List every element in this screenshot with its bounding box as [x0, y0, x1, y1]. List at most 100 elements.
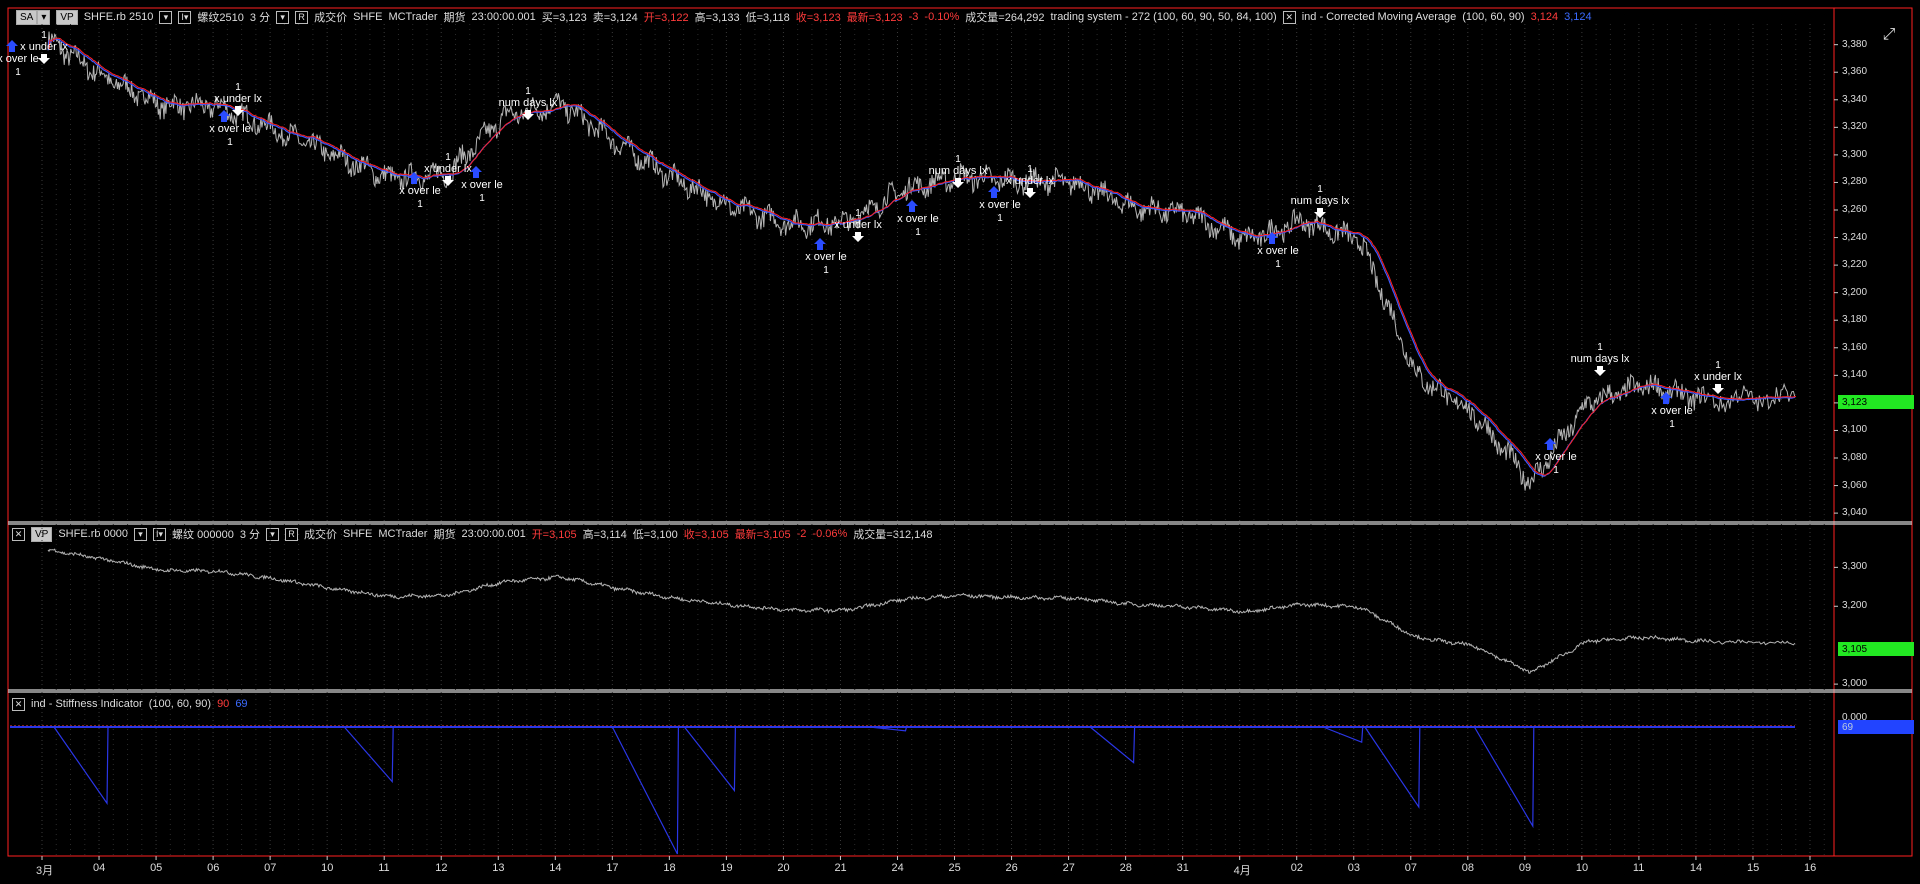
- trade-qty-label: 1: [823, 265, 829, 276]
- trade-qty-label: 1: [1275, 259, 1281, 270]
- exit-arrow-icon: [852, 232, 864, 242]
- x-tick-label: 07: [264, 862, 277, 874]
- y1-tick-label: 3,100: [1842, 424, 1868, 436]
- x-tick-label: 07: [1404, 862, 1418, 874]
- trade-qty-label: 1: [417, 199, 423, 210]
- x-tick-label: 11: [378, 862, 390, 874]
- y1-tick-label: 3,340: [1842, 93, 1868, 105]
- trade-qty-label: 1: [1597, 342, 1603, 353]
- entry-arrow-icon: [814, 238, 826, 250]
- trade-signal-label: x under lx: [1006, 175, 1054, 187]
- y2-tick-label: 3,000: [1842, 678, 1868, 690]
- y1-tick-label: 3,160: [1842, 341, 1868, 353]
- trade-signal-label: num days lx: [499, 97, 558, 109]
- exit-arrow-icon: [1314, 208, 1326, 218]
- x-tick-label: 14: [1689, 862, 1703, 874]
- x-tick-label: 10: [1575, 862, 1589, 874]
- entry-arrow-icon: [988, 186, 1000, 198]
- x-tick-label: 27: [1062, 862, 1075, 874]
- x-tick-label: 20: [777, 862, 790, 874]
- x-tick-label: 12: [435, 862, 448, 874]
- trade-signal-label: x over le: [0, 53, 39, 65]
- y1-tick-label: 3,320: [1842, 121, 1868, 133]
- entry-arrow-icon: [218, 110, 230, 122]
- trade-qty-label: 1: [479, 193, 485, 204]
- trade-qty-label: 1: [235, 82, 241, 93]
- trade-signal-label: x under lx: [834, 219, 882, 231]
- trade-qty-label: 1: [445, 152, 451, 163]
- trade-signal-label: x over le: [897, 213, 939, 225]
- stiffness-spike-1: [343, 726, 394, 784]
- trade-qty-label: 1: [855, 208, 861, 219]
- x-tick-label: 08: [1461, 862, 1475, 874]
- x-tick-label: 18: [663, 862, 676, 874]
- trade-qty-label: 1: [1715, 360, 1721, 371]
- entry-arrow-icon: [408, 172, 420, 184]
- trade-signal-label: x over le: [1651, 405, 1693, 417]
- y1-tick-label: 3,240: [1842, 231, 1868, 243]
- trade-signal-label: x over le: [461, 179, 503, 191]
- y1-tick-label: 3,360: [1842, 66, 1868, 78]
- trade-qty-label: 1: [227, 137, 233, 148]
- entry-arrow-icon: [906, 200, 918, 212]
- trade-qty-label: 1: [997, 213, 1003, 224]
- stiffness-spike-2: [611, 726, 679, 855]
- x-tick-label: 14: [549, 862, 562, 874]
- trade-qty-label: 1: [15, 67, 21, 78]
- trade-signal-label: num days lx: [929, 165, 988, 177]
- trade-signal-label: x over le: [209, 123, 251, 135]
- trade-qty-label: 1: [1669, 419, 1675, 430]
- trade-signal-label: x under lx: [20, 41, 68, 53]
- x-tick-label: 09: [1518, 862, 1532, 874]
- trade-qty-label: 1: [1553, 465, 1559, 476]
- trade-signal-label: x over le: [979, 199, 1021, 211]
- x-tick-label: 21: [834, 862, 847, 874]
- y1-tick-label: 3,180: [1842, 314, 1868, 326]
- last-price2-tag: 3,105: [1838, 642, 1914, 656]
- trade-signal-label: num days lx: [1291, 195, 1350, 207]
- trade-signal-label: x over le: [399, 185, 441, 197]
- trade-signal-label: x over le: [805, 251, 847, 263]
- trade-qty-label: 1: [955, 154, 961, 165]
- trade-qty-label: 1: [41, 30, 47, 41]
- x-tick-label: 13: [492, 862, 505, 874]
- y1-tick-label: 3,140: [1842, 369, 1868, 381]
- stiffness-spike-7: [1364, 726, 1421, 809]
- trade-signal-label: x under lx: [1694, 371, 1742, 383]
- x-tick-label: 15: [1746, 862, 1760, 874]
- trade-signal-label: x over le: [1535, 451, 1577, 463]
- price-line-0000: [47, 548, 1796, 674]
- trade-qty-label: 1: [915, 227, 921, 238]
- x-tick-label: 26: [1005, 862, 1018, 874]
- x-tick-label: 11: [1632, 862, 1645, 874]
- stiffness-spike-6: [1322, 726, 1364, 744]
- x-tick-label: 24: [891, 862, 904, 874]
- x-tick-label: 04: [93, 862, 106, 874]
- trade-signal-label: x under lx: [214, 93, 262, 105]
- x-tick-label: 3月: [36, 865, 54, 877]
- fullscreen-icon[interactable]: ⤢: [1878, 24, 1900, 46]
- x-tick-label: 06: [207, 862, 220, 874]
- x-tick-label: 17: [606, 862, 619, 874]
- x-tick-label: 03: [1347, 862, 1360, 874]
- y1-tick-label: 3,280: [1842, 176, 1868, 188]
- y1-tick-label: 3,080: [1842, 452, 1868, 463]
- stiffness-spike-0: [53, 726, 109, 806]
- y1-tick-label: 3,300: [1842, 148, 1868, 160]
- trade-signal-label: x under lx: [424, 163, 472, 175]
- chart-canvas[interactable]: x over le11x under lxx over le11x under …: [0, 0, 1920, 884]
- y1-tick-label: 3,200: [1842, 286, 1868, 298]
- stiffness-value-tag: 69: [1838, 720, 1914, 734]
- x-tick-label: 25: [948, 862, 961, 874]
- x-tick-label: 02: [1290, 862, 1303, 874]
- x-tick-label: 10: [321, 862, 334, 874]
- y1-tick-label: 3,260: [1842, 204, 1868, 215]
- trade-qty-label: 1: [1317, 184, 1323, 195]
- price-line-2510: [47, 31, 1796, 491]
- y2-tick-label: 3,200: [1842, 600, 1868, 612]
- y1-tick-label: 3,060: [1842, 479, 1868, 491]
- y1-tick-label: 3,380: [1842, 38, 1868, 50]
- trade-signal-label: x over le: [1257, 245, 1299, 257]
- outer-frame: [7, 7, 1913, 857]
- trade-signal-label: num days lx: [1571, 353, 1630, 365]
